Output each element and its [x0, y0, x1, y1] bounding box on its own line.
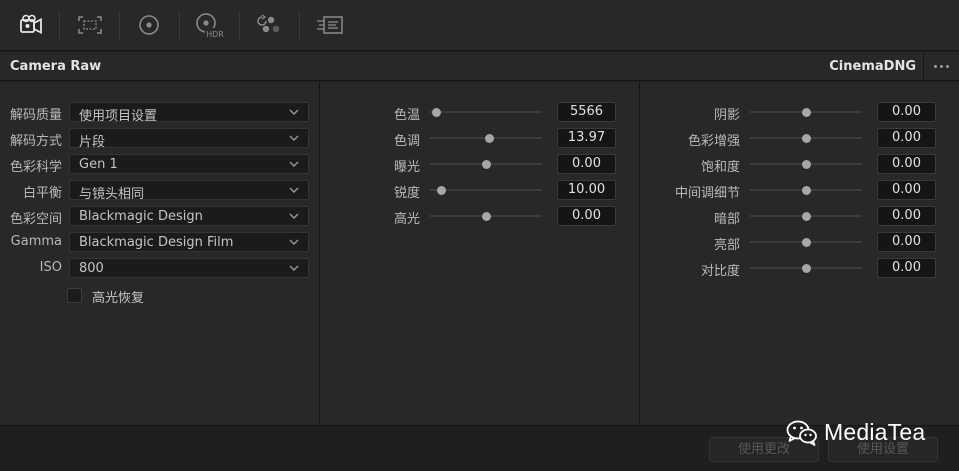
- select-value: 与镜头相同: [79, 187, 145, 202]
- highlight-recovery-label: 高光恢复: [92, 291, 145, 306]
- toolbar-separator: [119, 11, 120, 40]
- slider-value-field[interactable]: 0.00: [877, 180, 936, 200]
- select-value: Gen 1: [79, 157, 118, 172]
- slider-label: 饱和度: [700, 160, 740, 175]
- rgb-mixer-button[interactable]: [250, 8, 288, 42]
- sizing-button[interactable]: [71, 8, 109, 42]
- watermark-text: MediaTea: [824, 419, 926, 445]
- panel-title: Camera Raw: [10, 59, 102, 74]
- slider-label: 亮部: [713, 238, 740, 253]
- select-value: 800: [79, 261, 104, 276]
- slider-label: 暗部: [713, 212, 740, 227]
- toolbar-separator: [299, 11, 300, 40]
- chevron-down-icon: [289, 109, 299, 115]
- decode-row-label: ISO: [39, 260, 62, 275]
- camera-raw-button[interactable]: [10, 8, 48, 42]
- toolbar: HDR: [0, 0, 959, 51]
- toolbar-separator: [239, 11, 240, 40]
- camera-raw-panel: 高光恢复 解码质量 使用项目设置 解码方式 片段 色彩科学 Gen 1 白平衡 与镜头相同 色彩…: [0, 82, 959, 425]
- slider-label: 色彩增强: [687, 134, 740, 149]
- watermark: MediaTea: [786, 419, 925, 446]
- slider-knob[interactable]: [484, 133, 494, 143]
- chevron-down-icon: [289, 161, 299, 167]
- decode-row-label: 色彩科学: [9, 160, 62, 175]
- decode-row-select[interactable]: 与镜头相同: [69, 180, 309, 202]
- sizing-icon: [78, 16, 102, 34]
- select-value: 片段: [79, 135, 106, 150]
- slider-knob[interactable]: [801, 263, 811, 273]
- column-divider: [639, 82, 640, 425]
- slider-knob[interactable]: [801, 107, 811, 117]
- chevron-down-icon: [289, 135, 299, 141]
- camera-raw-icon: [20, 14, 42, 34]
- decode-row-label: Gamma: [10, 234, 62, 249]
- slider-label: 色温: [393, 108, 420, 123]
- motion-effects-button[interactable]: [311, 8, 349, 42]
- slider-knob[interactable]: [481, 211, 491, 221]
- slider-value-field[interactable]: 0.00: [877, 128, 936, 148]
- slider-knob[interactable]: [801, 211, 811, 221]
- highlight-recovery-checkbox[interactable]: [67, 288, 82, 303]
- decode-row-select[interactable]: Blackmagic Design: [69, 206, 309, 226]
- slider-knob[interactable]: [801, 133, 811, 143]
- slider-value-field[interactable]: 0.00: [557, 154, 616, 174]
- decode-row-select[interactable]: 片段: [69, 128, 309, 150]
- toolbar-separator: [179, 11, 180, 40]
- slider-knob[interactable]: [801, 159, 811, 169]
- select-value: 使用项目设置: [79, 109, 158, 124]
- slider-value-field[interactable]: 0.00: [557, 206, 616, 226]
- color-wheel-icon: [139, 15, 159, 35]
- slider-track[interactable]: [430, 189, 542, 191]
- slider-track[interactable]: [430, 111, 542, 113]
- chevron-down-icon: [289, 265, 299, 271]
- chevron-down-icon: [289, 213, 299, 219]
- hdr-badge: HDR: [206, 30, 224, 38]
- decode-row-label: 解码方式: [9, 134, 62, 149]
- motion-effects-icon: [317, 16, 343, 34]
- format-label: CinemaDNG: [829, 59, 916, 74]
- wechat-icon: [786, 420, 817, 446]
- slider-knob[interactable]: [436, 185, 446, 195]
- chevron-down-icon: [289, 239, 299, 245]
- more-options-button[interactable]: [929, 54, 953, 78]
- hdr-icon: HDR: [196, 13, 225, 38]
- slider-label: 阴影: [713, 108, 740, 123]
- slider-knob[interactable]: [432, 107, 442, 117]
- slider-knob[interactable]: [801, 185, 811, 195]
- slider-value-field[interactable]: 10.00: [557, 180, 616, 200]
- hdr-button[interactable]: HDR: [189, 8, 227, 42]
- slider-value-field[interactable]: 0.00: [877, 102, 936, 122]
- decode-row-label: 色彩空间: [9, 212, 62, 227]
- decode-row-label: 解码质量: [9, 108, 62, 123]
- decode-row-label: 白平衡: [22, 186, 62, 201]
- slider-knob[interactable]: [481, 159, 491, 169]
- color-wheel-button[interactable]: [130, 8, 168, 42]
- header-divider: [923, 52, 924, 81]
- decode-row-select[interactable]: 使用项目设置: [69, 102, 309, 124]
- slider-label: 锐度: [393, 186, 420, 201]
- slider-label: 曝光: [393, 160, 420, 175]
- slider-value-field[interactable]: 0.00: [877, 258, 936, 278]
- toolbar-separator: [59, 11, 60, 40]
- decode-row-select[interactable]: Blackmagic Design Film: [69, 232, 309, 252]
- decode-row-select[interactable]: Gen 1: [69, 154, 309, 174]
- chevron-down-icon: [289, 187, 299, 193]
- panel-header: Camera Raw CinemaDNG: [0, 52, 959, 81]
- more-icon: [933, 64, 949, 68]
- slider-label: 对比度: [700, 264, 740, 279]
- slider-label: 高光: [393, 212, 420, 227]
- decode-row-select[interactable]: 800: [69, 258, 309, 278]
- slider-value-field[interactable]: 0.00: [877, 206, 936, 226]
- slider-value-field[interactable]: 0.00: [877, 154, 936, 174]
- slider-knob[interactable]: [801, 237, 811, 247]
- rgb-mixer-icon: [257, 14, 280, 33]
- select-value: Blackmagic Design: [79, 209, 203, 224]
- slider-value-field[interactable]: 13.97: [557, 128, 616, 148]
- slider-label: 色调: [393, 134, 420, 149]
- column-divider: [319, 82, 320, 425]
- slider-label: 中间调细节: [674, 186, 740, 201]
- select-value: Blackmagic Design Film: [79, 235, 234, 250]
- slider-value-field[interactable]: 0.00: [877, 232, 936, 252]
- slider-value-field[interactable]: 5566: [557, 102, 616, 122]
